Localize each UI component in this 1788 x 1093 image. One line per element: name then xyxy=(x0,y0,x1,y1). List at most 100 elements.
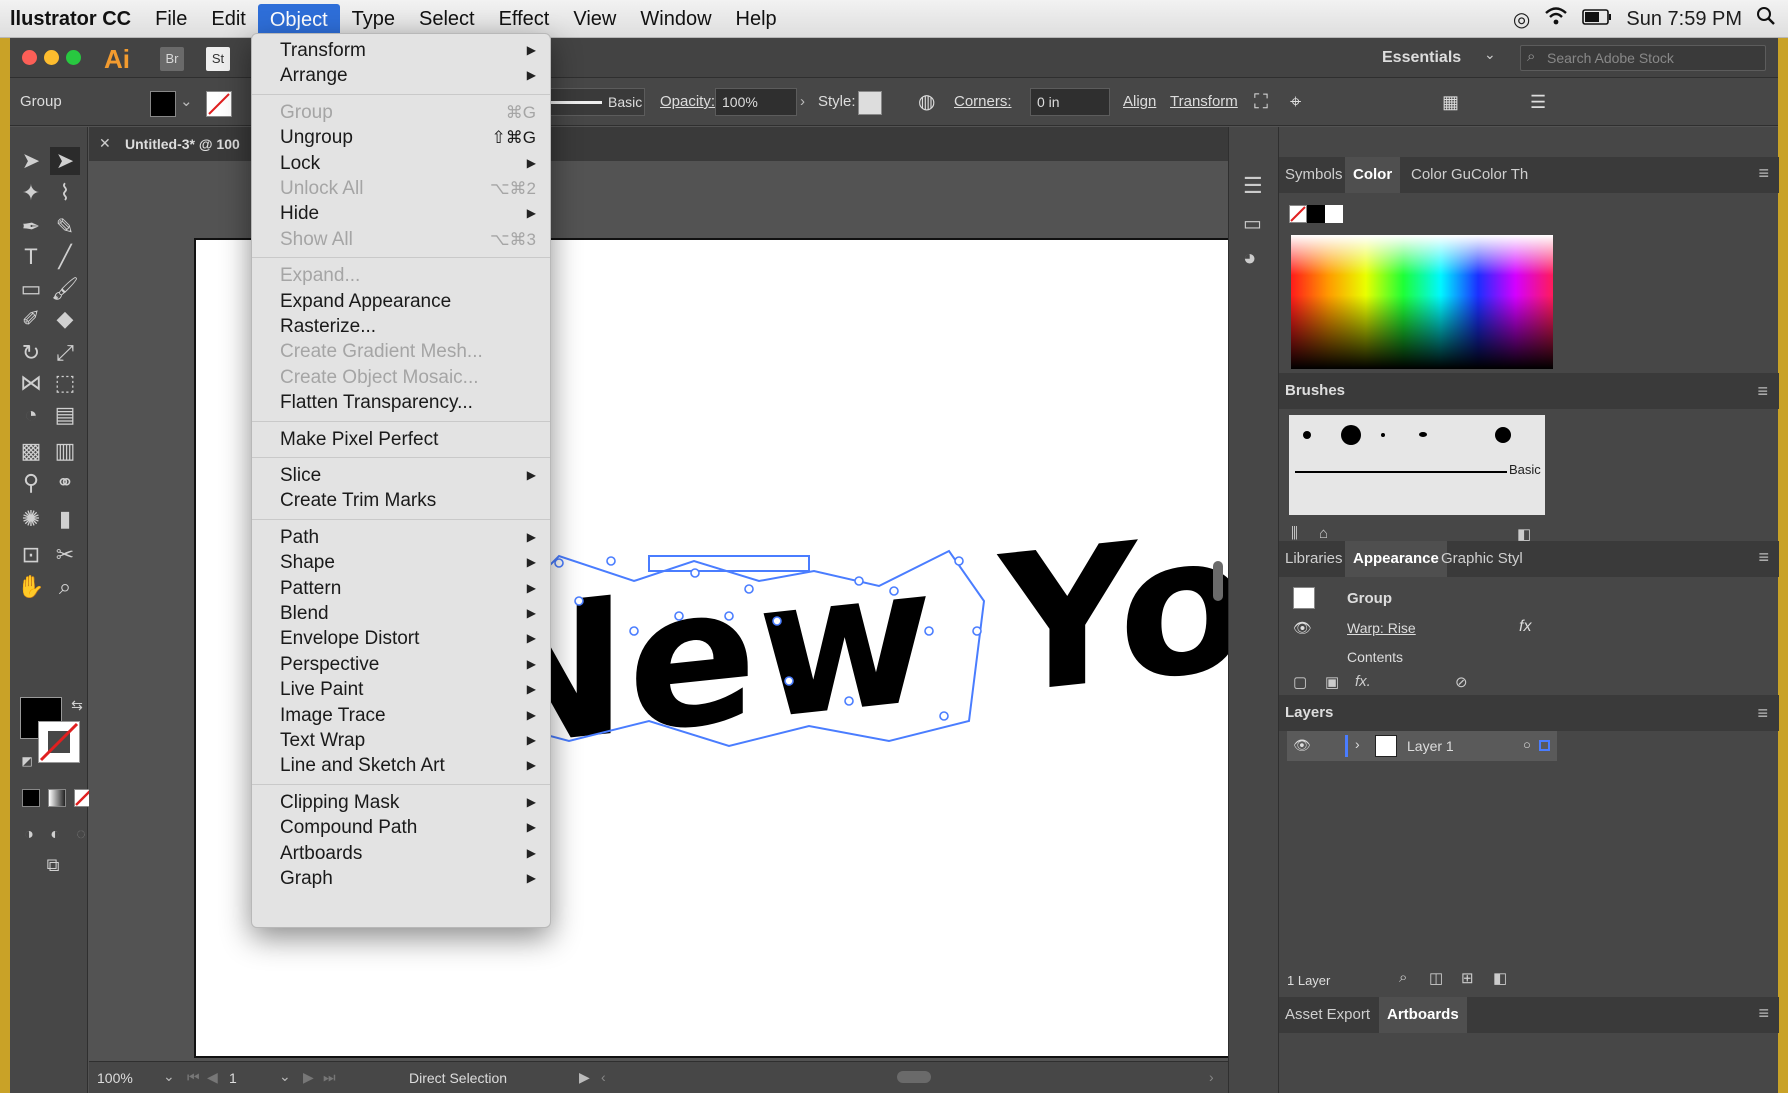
color-panel-menu-icon[interactable]: ≡ xyxy=(1758,163,1769,184)
fill-swatch[interactable] xyxy=(150,91,176,117)
artboard-tool-icon[interactable]: ⊡ xyxy=(16,541,46,569)
menu-view[interactable]: View xyxy=(561,0,628,38)
direct-selection-tool-icon[interactable]: ➤ xyxy=(50,147,80,175)
swap-colors-icon[interactable]: ⇆ xyxy=(62,691,92,719)
menu-item-envelope-distort[interactable]: Envelope Distort ▶ xyxy=(252,626,550,651)
width-tool-icon[interactable]: ⋈ xyxy=(16,369,46,397)
scroll-right-icon[interactable]: › xyxy=(1209,1069,1214,1085)
add-fill-icon[interactable]: ▣ xyxy=(1325,673,1339,691)
isolate-icon[interactable]: ⛶ xyxy=(1254,78,1268,126)
menu-item-make-pixel-perfect[interactable]: Make Pixel Perfect xyxy=(252,427,550,452)
stock-search-field[interactable]: ⌕ Search Adobe Stock xyxy=(1520,45,1766,71)
creative-cloud-icon[interactable]: ◎ xyxy=(1513,7,1530,32)
spotlight-icon[interactable] xyxy=(1756,6,1776,32)
zoom-dropdown-icon[interactable]: ⌄ xyxy=(163,1068,175,1085)
battery-icon[interactable] xyxy=(1582,8,1612,31)
chevron-right-icon[interactable]: › xyxy=(800,78,805,126)
tab-graphic-styles[interactable]: Graphic Styl xyxy=(1441,541,1523,577)
zoom-level[interactable]: 100% xyxy=(97,1070,133,1086)
menu-edit[interactable]: Edit xyxy=(199,0,257,38)
bridge-button[interactable]: Br xyxy=(160,47,184,71)
clock[interactable]: Sun 7:59 PM xyxy=(1626,8,1742,31)
horizontal-scroll-thumb[interactable] xyxy=(897,1071,931,1083)
paintbrush-tool-icon[interactable]: 🖌 xyxy=(50,275,80,303)
appearance-panel-menu-icon[interactable]: ≡ xyxy=(1758,547,1769,568)
scale-tool-icon[interactable]: ⤢ xyxy=(50,339,80,367)
menu-item-ungroup[interactable]: Ungroup ⇧⌘G xyxy=(252,125,550,150)
status-menu-icon[interactable]: ▶ xyxy=(579,1069,590,1086)
eyedropper-tool-icon[interactable]: ⚲ xyxy=(16,469,46,497)
zoom-tool-icon[interactable]: ⌕ xyxy=(50,573,80,601)
pen-tool-icon[interactable]: ✒ xyxy=(16,213,46,241)
menu-item-transform[interactable]: Transform ▶ xyxy=(252,38,550,63)
close-tab-icon[interactable]: ✕ xyxy=(99,135,111,152)
first-artboard-icon[interactable]: ⏮ xyxy=(187,1069,200,1086)
appearance-effect-link[interactable]: Warp: Rise xyxy=(1347,620,1416,636)
clear-appearance-icon[interactable]: ⊘ xyxy=(1455,673,1468,691)
opacity-field[interactable]: 100% xyxy=(715,88,797,116)
brush-folder-icon[interactable]: ⌂ xyxy=(1319,525,1328,542)
stroke-swatch[interactable] xyxy=(206,91,232,117)
brush-large-round[interactable] xyxy=(1341,425,1361,445)
line-tool-icon[interactable]: ╱ xyxy=(50,243,80,271)
menu-help[interactable]: Help xyxy=(724,0,789,38)
brush-small-round[interactable] xyxy=(1303,431,1311,439)
menu-item-rasterize[interactable]: Rasterize... xyxy=(252,314,550,339)
menu-file[interactable]: File xyxy=(143,0,199,38)
corners-field[interactable]: 0 in xyxy=(1030,88,1110,116)
menu-item-line-and-sketch-art[interactable]: Line and Sketch Art ▶ xyxy=(252,753,550,778)
menu-item-graph[interactable]: Graph ▶ xyxy=(252,866,550,891)
puppet-warp-icon[interactable]: ⌖ xyxy=(1290,78,1301,126)
fill-dropdown-icon[interactable]: ⌄ xyxy=(180,78,193,126)
layer-target-icon[interactable]: ○ xyxy=(1523,737,1531,752)
menu-item-hide[interactable]: Hide ▶ xyxy=(252,201,550,226)
stroke-profile-dropdown[interactable]: Basic xyxy=(535,88,645,116)
menu-window[interactable]: Window xyxy=(628,0,723,38)
menu-item-pattern[interactable]: Pattern ▶ xyxy=(252,576,550,601)
opacity-label[interactable]: Opacity: xyxy=(660,78,715,126)
arrange-documents-icon[interactable]: ▦ xyxy=(1442,78,1459,126)
rotate-tool-icon[interactable]: ↻ xyxy=(16,339,46,367)
hand-tool-icon[interactable]: ✋ xyxy=(16,573,46,601)
menu-item-path[interactable]: Path ▶ xyxy=(252,525,550,550)
symbol-sprayer-tool-icon[interactable]: ✺ xyxy=(16,505,46,533)
stock-button[interactable]: St xyxy=(206,47,230,71)
tab-libraries[interactable]: Libraries xyxy=(1285,541,1343,577)
layer-selection-indicator[interactable] xyxy=(1539,740,1550,751)
add-stroke-icon[interactable]: ▢ xyxy=(1293,673,1307,691)
menu-item-lock[interactable]: Lock ▶ xyxy=(252,151,550,176)
brushes-panel-menu-icon[interactable]: ≡ xyxy=(1757,381,1768,402)
new-sublayer-icon[interactable]: ⊞ xyxy=(1461,969,1474,987)
column-graph-tool-icon[interactable]: ▮ xyxy=(50,505,80,533)
wifi-icon[interactable] xyxy=(1544,6,1568,32)
lasso-tool-icon[interactable]: ⌇ xyxy=(50,179,80,207)
perspective-grid-tool-icon[interactable]: ▤ xyxy=(50,401,80,429)
layer-name[interactable]: Layer 1 xyxy=(1407,738,1454,754)
locate-object-icon[interactable]: ⌕ xyxy=(1399,969,1407,986)
brush-medium-round[interactable] xyxy=(1495,427,1511,443)
layer-row[interactable]: 👁 › Layer 1 ○ xyxy=(1287,731,1557,761)
color-spectrum[interactable] xyxy=(1291,235,1553,369)
fx-icon[interactable]: fx xyxy=(1519,618,1531,636)
color-mode-button[interactable] xyxy=(22,789,40,807)
new-layer-icon[interactable]: ◧ xyxy=(1493,969,1507,987)
workspace-switcher[interactable]: Essentials xyxy=(1382,38,1461,78)
brush-oval[interactable] xyxy=(1419,432,1427,437)
tab-appearance[interactable]: Appearance xyxy=(1345,541,1447,577)
vertical-scrollbar[interactable] xyxy=(1211,171,1225,1051)
none-color-icon[interactable] xyxy=(1289,205,1307,223)
menu-item-artboards[interactable]: Artboards ▶ xyxy=(252,841,550,866)
menu-item-flatten-transparency[interactable]: Flatten Transparency... xyxy=(252,390,550,415)
menu-item-clipping-mask[interactable]: Clipping Mask ▶ xyxy=(252,790,550,815)
menu-item-shape[interactable]: Shape ▶ xyxy=(252,550,550,575)
screen-mode-icon[interactable]: ⧉ xyxy=(38,851,68,879)
tab-asset-export[interactable]: Asset Export xyxy=(1285,997,1370,1033)
menu-item-compound-path[interactable]: Compound Path ▶ xyxy=(252,815,550,840)
tab-color-guide[interactable]: Color Gu xyxy=(1411,157,1471,193)
clipping-mask-icon[interactable]: ◫ xyxy=(1429,969,1443,987)
layers-panel-menu-icon[interactable]: ≡ xyxy=(1757,703,1768,724)
layer-visibility-icon[interactable]: 👁 xyxy=(1293,737,1311,754)
stroke-color-box[interactable] xyxy=(38,721,80,763)
slice-tool-icon[interactable]: ✂ xyxy=(50,541,80,569)
tab-color[interactable]: Color xyxy=(1345,157,1401,193)
